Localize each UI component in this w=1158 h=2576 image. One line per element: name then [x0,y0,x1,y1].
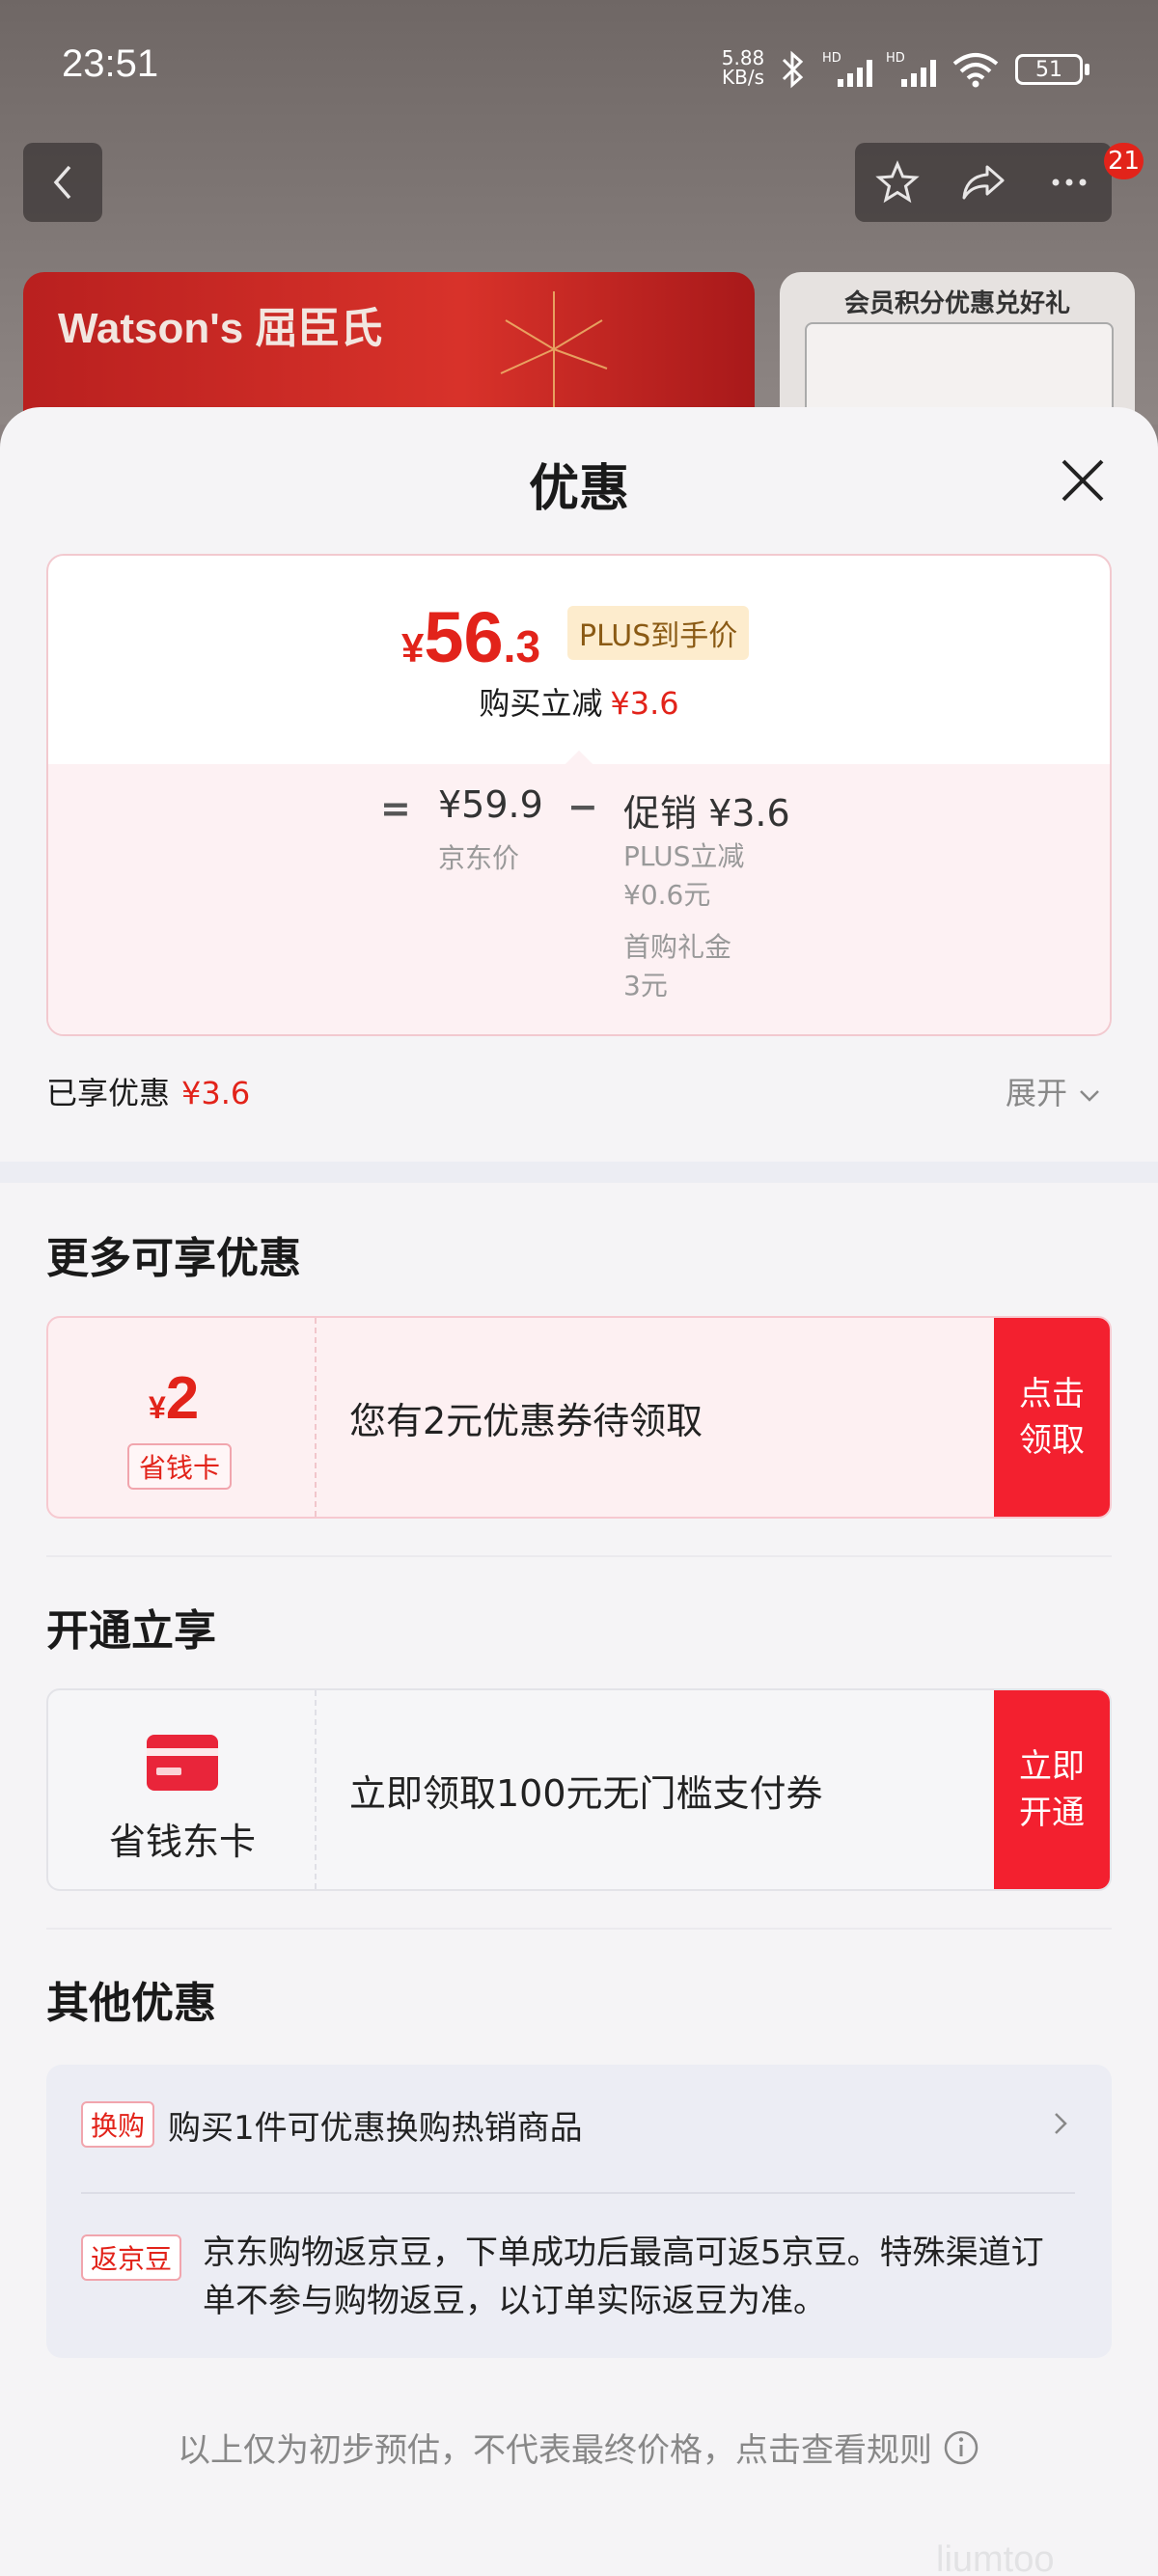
more-offers-heading: 更多可享优惠 [46,1234,301,1283]
savings-card-left: 省钱东卡 [48,1690,317,1889]
network-speed-unit: KB/s [722,66,764,89]
first-purchase-gift-label: 首购礼金 [623,931,732,963]
header-actions [855,143,1112,222]
expand-button[interactable]: 展开 [1006,1069,1102,1113]
trade-in-row[interactable]: 换购 购买1件可优惠换购热销商品 [81,2101,1075,2148]
promotion-total: 促销 ¥3.6 [623,792,790,835]
savings-card-name: 省钱东卡 [108,1821,256,1863]
info-icon [944,2430,979,2464]
wifi-icon [952,53,999,88]
equals-sign: = [380,787,411,830]
coupon-amount: ¥2 [149,1364,199,1433]
bluetooth-icon [782,50,804,89]
chevron-down-icon [1080,1090,1100,1102]
chevron-left-icon [53,165,71,200]
first-purchase-gift-detail: 首购礼金 3元 [623,928,731,1005]
coupon-message: 您有2元优惠券待领取 [349,1399,703,1442]
signal-hd-icon: HD [822,51,872,87]
svg-text:HD: HD [886,51,905,66]
back-button[interactable] [23,143,102,222]
trade-in-text: 购买1件可优惠换购热销商品 [168,2108,583,2148]
instant-discount-value: ¥3.6 [610,685,679,722]
firework-icon [500,291,608,407]
row-divider [81,2192,1075,2194]
final-price-decimal: .3 [503,621,541,671]
watermark: liumtoo [936,2539,1055,2576]
share-icon[interactable] [958,159,1008,206]
signal-hd-2-icon: HD [886,51,936,87]
discount-sheet: 优惠 ¥56.3 PLUS到手价 购买立减 ¥3.6 = ¥59.9 京东价 − … [0,407,1158,2576]
sheet-title: 优惠 [528,460,629,518]
banner-right-title: 会员积分优惠兑好礼 [843,289,1070,318]
battery-indicator: 51 [1015,54,1089,85]
banner-brand: Watson's 屈臣氏 [58,305,383,352]
coupon-tag: 省钱卡 [127,1443,233,1490]
coupon-card[interactable]: ¥2 省钱卡 您有2元优惠券待领取 点击 领取 [46,1316,1112,1519]
activate-button-line2: 开通 [1019,1794,1085,1832]
open-enjoy-heading: 开通立享 [46,1606,216,1656]
network-speed-value: 5.88 [721,46,765,69]
plus-discount-detail: PLUS立减 ¥0.6元 [623,837,744,915]
enjoyed-discount-label: 已享优惠 [46,1075,171,1111]
rules-note[interactable]: 以上仅为初步预估，不代表最终价格，点击查看规则 [0,2424,1158,2471]
trade-in-tag: 换购 [81,2101,155,2148]
minus-sign: − [567,785,598,828]
more-icon[interactable] [1046,159,1092,206]
jingdou-text: 京东购物返京豆，下单成功后最高可返5京豆。特殊渠道订单不参与购物返豆，以订单实际… [203,2233,1044,2320]
activate-button-line1: 立即 [1019,1747,1085,1786]
other-offers-list: 换购 购买1件可优惠换购热销商品 返京豆 京东购物返京豆，下单成功后最高可返5京… [46,2065,1112,2358]
status-bar: 23:51 5.88 KB/s HD HD 51 [0,0,1158,135]
notification-badge: 21 [1104,143,1144,179]
final-price-integer: 56 [424,597,504,677]
svg-text:HD: HD [822,51,841,66]
other-offers-heading: 其他优惠 [46,1979,216,2028]
section-divider [0,1162,1158,1183]
plus-discount-label: PLUS立减 [623,840,745,872]
rules-note-text: 以上仅为初步预估，不代表最终价格，点击查看规则 [178,2431,932,2470]
expand-label: 展开 [1006,1075,1068,1111]
battery-level: 51 [1035,57,1062,82]
price-breakdown: ¥56.3 PLUS到手价 购买立减 ¥3.6 = ¥59.9 京东价 − 促销 … [46,554,1112,1036]
coupon-card-left: ¥2 省钱卡 [48,1318,317,1517]
plus-price-tag: PLUS到手价 [567,606,750,660]
network-speed: 5.88 KB/s [716,48,770,87]
card-icon [147,1735,218,1791]
claim-button-line2: 领取 [1019,1421,1085,1460]
coupon-value: 2 [165,1365,200,1432]
final-price-currency: ¥ [401,625,425,671]
chevron-right-icon [1055,2113,1067,2134]
divider-line [46,1555,1112,1557]
jd-price: ¥59.9 [438,783,543,826]
activate-button[interactable]: 立即 开通 [994,1690,1110,1889]
status-time: 23:51 [62,42,159,85]
instant-discount-label: 购买立减 [479,685,603,722]
final-price: ¥56.3 [401,596,540,678]
enjoyed-discount-value: ¥3.6 [181,1075,251,1111]
jd-price-label: 京东价 [438,842,520,874]
star-icon[interactable] [874,159,921,206]
divider-line [46,1928,1112,1930]
jingdou-tag: 返京豆 [81,2234,182,2281]
savings-card-message: 立即领取100元无门槛支付券 [349,1771,823,1815]
claim-coupon-button[interactable]: 点击 领取 [994,1318,1110,1517]
savings-card[interactable]: 省钱东卡 立即领取100元无门槛支付券 立即 开通 [46,1688,1112,1891]
close-icon[interactable] [1056,453,1110,507]
coupon-currency: ¥ [149,1390,166,1425]
claim-button-line1: 点击 [1019,1375,1085,1413]
instant-discount: 购买立减 ¥3.6 [48,679,1110,724]
enjoyed-discount: 已享优惠 ¥3.6 [46,1069,250,1113]
plus-discount-value: ¥0.6元 [623,879,711,911]
first-purchase-gift-value: 3元 [623,970,668,1001]
